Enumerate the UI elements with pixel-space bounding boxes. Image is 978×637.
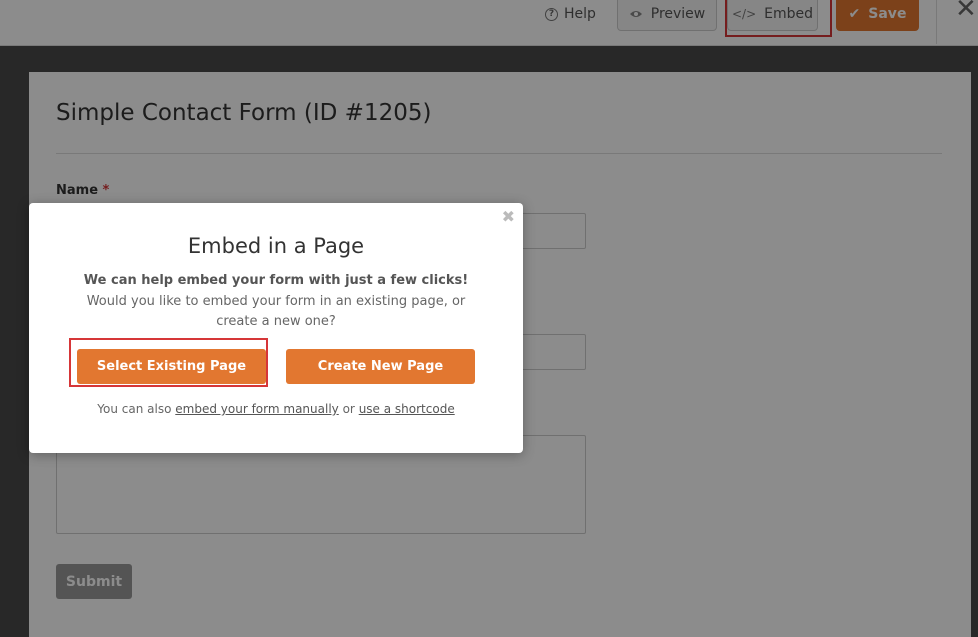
- embed-modal: ✖ Embed in a Page We can help embed your…: [29, 203, 523, 453]
- select-existing-page-button[interactable]: Select Existing Page: [77, 349, 266, 384]
- create-new-page-button[interactable]: Create New Page: [286, 349, 475, 384]
- shortcode-link[interactable]: use a shortcode: [359, 402, 455, 416]
- footer-or: or: [342, 402, 355, 416]
- modal-close-icon[interactable]: ✖: [502, 207, 515, 226]
- modal-title: Embed in a Page: [187, 234, 365, 258]
- modal-lead: We can help embed your form with just a …: [83, 273, 469, 288]
- footer-prefix: You can also: [97, 402, 172, 416]
- modal-description: Would you like to embed your form in an …: [86, 294, 466, 329]
- embed-manually-link[interactable]: embed your form manually: [175, 402, 338, 416]
- modal-footer: You can also embed your form manually or…: [29, 402, 523, 416]
